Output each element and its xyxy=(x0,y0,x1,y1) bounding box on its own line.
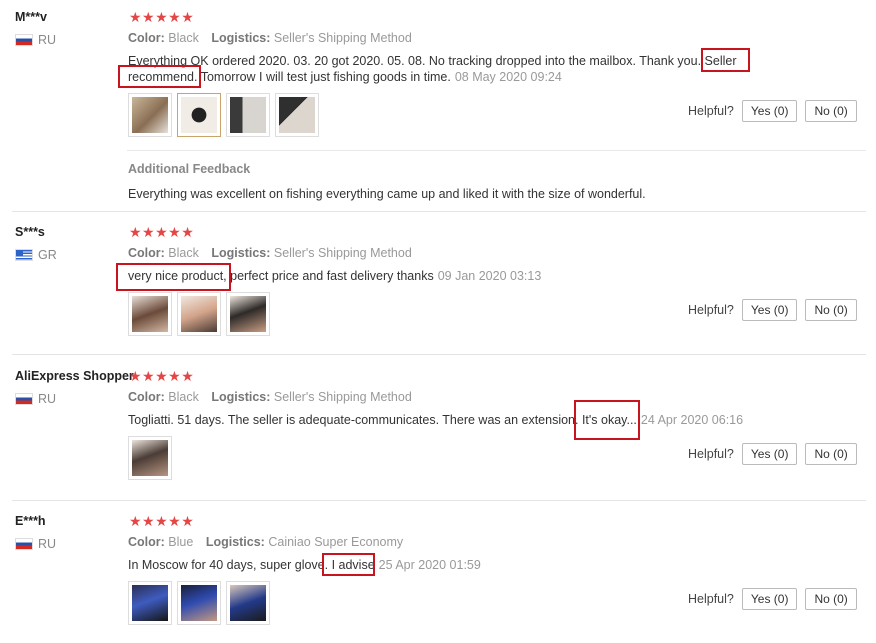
helpful-vote: Helpful? Yes (0) No (0) xyxy=(688,100,857,122)
logistics-label: Logistics: xyxy=(211,246,271,260)
reviewer-name: E***h xyxy=(15,514,46,528)
star-rating: ★★★★★ xyxy=(129,224,195,240)
review-photos xyxy=(128,292,270,336)
review-photo[interactable] xyxy=(177,581,221,625)
product-attributes: Color: Black Logistics: Seller's Shippin… xyxy=(128,390,412,404)
russia-flag-icon xyxy=(15,393,33,405)
helpful-label: Helpful? xyxy=(688,592,734,606)
helpful-vote: Helpful? Yes (0) No (0) xyxy=(688,299,857,321)
reviewer-country: RU xyxy=(15,392,56,406)
review-divider xyxy=(12,354,866,355)
review-body: In Moscow for 40 days, super glove. I ad… xyxy=(128,558,375,572)
helpful-no-button[interactable]: No (0) xyxy=(805,299,857,321)
reviewer-name: M***v xyxy=(15,10,47,24)
review-photo[interactable] xyxy=(275,93,319,137)
review-date: 09 Jan 2020 03:13 xyxy=(437,269,542,283)
logistics-value: Seller's Shipping Method xyxy=(273,390,412,404)
star-rating: ★★★★★ xyxy=(129,368,195,384)
logistics-value: Cainiao Super Economy xyxy=(268,535,404,549)
additional-feedback-title: Additional Feedback xyxy=(128,162,251,176)
color-label: Color: xyxy=(128,535,165,549)
reviewer-name: AliExpress Shopper xyxy=(15,369,134,383)
russia-flag-icon xyxy=(15,538,33,550)
review-text: In Moscow for 40 days, super glove. I ad… xyxy=(128,557,768,573)
country-code: GR xyxy=(38,248,57,262)
reviewer-country: RU xyxy=(15,33,56,47)
helpful-yes-button[interactable]: Yes (0) xyxy=(741,100,798,122)
review-photo[interactable] xyxy=(128,436,172,480)
review-body: very nice product, perfect price and fas… xyxy=(128,269,434,283)
helpful-vote: Helpful? Yes (0) No (0) xyxy=(688,588,857,610)
helpful-yes-button[interactable]: Yes (0) xyxy=(741,588,798,610)
review-text: Everything OK ordered 2020. 03. 20 got 2… xyxy=(128,53,768,85)
logistics-label: Logistics: xyxy=(205,535,265,549)
review-date: 24 Apr 2020 06:16 xyxy=(640,413,744,427)
color-label: Color: xyxy=(128,31,165,45)
star-rating: ★★★★★ xyxy=(129,513,195,529)
helpful-no-button[interactable]: No (0) xyxy=(805,100,857,122)
russia-flag-icon xyxy=(15,34,33,46)
review-photo[interactable] xyxy=(226,581,270,625)
helpful-no-button[interactable]: No (0) xyxy=(805,443,857,465)
additional-feedback-text: Everything was excellent on fishing ever… xyxy=(128,187,646,201)
review-photo[interactable] xyxy=(226,292,270,336)
product-attributes: Color: Black Logistics: Seller's Shippin… xyxy=(128,31,412,45)
reviewer-country: RU xyxy=(15,537,56,551)
country-code: RU xyxy=(38,33,57,47)
review-photos xyxy=(128,436,172,480)
review-text: Togliatti. 51 days. The seller is adequa… xyxy=(128,412,768,428)
product-attributes: Color: Black Logistics: Seller's Shippin… xyxy=(128,246,412,260)
country-code: RU xyxy=(38,392,57,406)
review-body: Togliatti. 51 days. The seller is adequa… xyxy=(128,413,637,427)
review-photo[interactable] xyxy=(128,581,172,625)
color-value: Blue xyxy=(168,535,194,549)
greece-flag-icon xyxy=(15,249,33,261)
reviewer-country: GR xyxy=(15,248,57,262)
star-rating: ★★★★★ xyxy=(129,9,195,25)
divider xyxy=(127,150,866,151)
helpful-label: Helpful? xyxy=(688,447,734,461)
helpful-vote: Helpful? Yes (0) No (0) xyxy=(688,443,857,465)
color-value: Black xyxy=(168,390,199,404)
color-label: Color: xyxy=(128,390,165,404)
helpful-label: Helpful? xyxy=(688,303,734,317)
review-photo[interactable] xyxy=(177,292,221,336)
review-photo[interactable] xyxy=(128,292,172,336)
review-photo[interactable] xyxy=(128,93,172,137)
review-photo[interactable] xyxy=(226,93,270,137)
logistics-value: Seller's Shipping Method xyxy=(273,31,412,45)
review-body: Everything OK ordered 2020. 03. 20 got 2… xyxy=(128,54,737,84)
color-value: Black xyxy=(168,31,199,45)
product-attributes: Color: Blue Logistics: Cainiao Super Eco… xyxy=(128,535,403,549)
review-date: 25 Apr 2020 01:59 xyxy=(378,558,481,572)
review-photos xyxy=(128,581,270,625)
review-photos xyxy=(128,93,319,137)
logistics-label: Logistics: xyxy=(211,390,271,404)
helpful-label: Helpful? xyxy=(688,104,734,118)
logistics-label: Logistics: xyxy=(211,31,271,45)
review-divider xyxy=(12,500,866,501)
country-code: RU xyxy=(38,537,57,551)
color-value: Black xyxy=(168,246,199,260)
reviewer-name: S***s xyxy=(15,225,45,239)
logistics-value: Seller's Shipping Method xyxy=(273,246,412,260)
review-date: 08 May 2020 09:24 xyxy=(454,70,562,84)
helpful-no-button[interactable]: No (0) xyxy=(805,588,857,610)
color-label: Color: xyxy=(128,246,165,260)
review-divider xyxy=(12,211,866,212)
helpful-yes-button[interactable]: Yes (0) xyxy=(741,443,798,465)
review-text: very nice product, perfect price and fas… xyxy=(128,268,768,284)
review-photo[interactable] xyxy=(177,93,221,137)
helpful-yes-button[interactable]: Yes (0) xyxy=(741,299,798,321)
